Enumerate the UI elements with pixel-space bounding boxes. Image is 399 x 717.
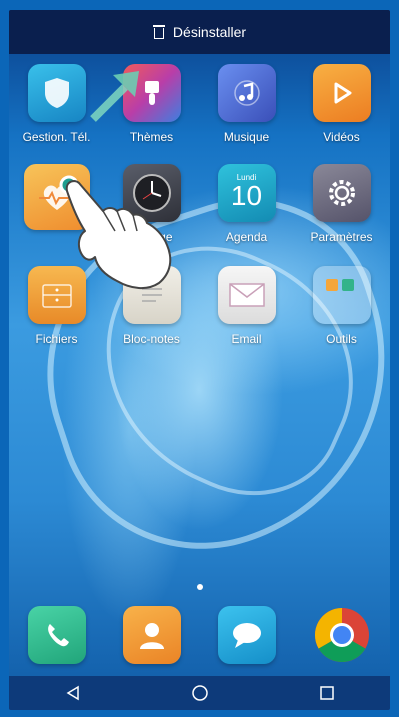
play-icon [312, 64, 371, 122]
gear-icon [312, 164, 371, 222]
music-note-icon [217, 64, 276, 122]
dock-messages[interactable] [199, 606, 294, 664]
app-musique[interactable]: Musique [199, 64, 294, 144]
app-label: Gestion. Tél. [22, 130, 91, 144]
app-label: Agenda [225, 230, 268, 244]
app-label: Fichiers [35, 332, 78, 346]
dock-contacts[interactable] [104, 606, 199, 664]
app-label: Paramètres [310, 230, 373, 244]
app-label: Bloc-notes [123, 332, 180, 346]
uninstall-label: Désinstaller [172, 24, 247, 40]
app-outils[interactable]: Outils [294, 266, 389, 346]
home-button[interactable] [180, 683, 220, 703]
dock-phone[interactable] [9, 606, 104, 664]
app-email[interactable]: Email [199, 266, 294, 346]
messages-icon [217, 606, 276, 664]
uninstall-bar[interactable]: Désinstaller [9, 10, 390, 54]
trash-icon [152, 25, 165, 39]
phone-icon [27, 606, 86, 664]
contacts-icon [122, 606, 181, 664]
app-label: Vidéos [323, 130, 360, 144]
dock-chrome[interactable] [294, 606, 389, 664]
app-agenda[interactable]: Lundi 10 Agenda [199, 164, 294, 244]
home-screen: Désinstaller Gestion. Tél. Thèmes Musiqu… [9, 10, 390, 710]
app-label: Outils [326, 332, 357, 346]
dock [9, 606, 390, 666]
shield-icon [27, 64, 86, 122]
swipe-up-arrow-icon [90, 71, 139, 122]
recents-button[interactable] [307, 683, 347, 703]
back-button[interactable] [53, 683, 93, 703]
app-videos[interactable]: Vidéos [294, 64, 389, 144]
app-parametres[interactable]: Paramètres [294, 164, 389, 244]
calendar-icon: Lundi 10 [217, 164, 276, 222]
tap-hand-icon [59, 175, 172, 289]
chrome-icon [313, 606, 371, 664]
app-label: Musique [223, 130, 270, 144]
tools-folder-icon [312, 266, 371, 324]
envelope-icon [217, 266, 276, 324]
app-label: Thèmes [129, 130, 174, 144]
page-indicator-dot[interactable] [197, 584, 203, 590]
calendar-day-number: 10 [230, 179, 263, 211]
app-label: Email [231, 332, 262, 346]
navigation-bar [9, 676, 390, 710]
